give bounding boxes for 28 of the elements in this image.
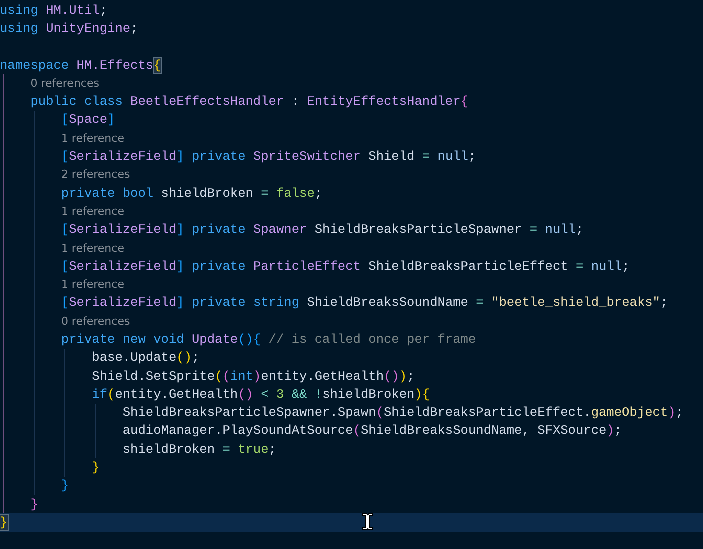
reference-count-link[interactable]: 0 references xyxy=(61,314,130,329)
code-line: [Space] xyxy=(60,111,116,128)
code-line: if(entity.GetHealth() < 3 && !shieldBroken){ xyxy=(91,386,430,403)
reference-count-link[interactable]: 2 references xyxy=(61,167,130,182)
code-line: private bool shieldBroken = false; xyxy=(60,184,323,202)
code-line: shieldBroken = true; xyxy=(122,440,276,458)
code-line: Shield.SetSprite((int)entity.GetHealth()); xyxy=(91,368,415,385)
text-cursor-icon xyxy=(362,513,374,531)
code-line: public class BeetleEffectsHandler : EntityEffectsHandler{ xyxy=(30,93,468,110)
code-line: using HM.Util; xyxy=(0,2,108,19)
reference-count-link[interactable]: 1 reference xyxy=(61,204,124,219)
code-line: audioManager.PlaySoundAtSource(ShieldBreaksSoundName, SFXSource); xyxy=(122,422,622,440)
code-line: private new void Update(){ // is called once per frame xyxy=(60,330,476,348)
code-line: using UnityEngine; xyxy=(0,20,138,37)
code-line: [SerializeField] private string ShieldBreaksSoundName = "beetle_shield_breaks"; xyxy=(60,294,668,312)
code-line: } xyxy=(30,496,38,513)
code-line: } xyxy=(60,477,70,494)
code-line: [SerializeField] private Spawner ShieldBreaksParticleSpawner = null; xyxy=(60,221,584,238)
code-line: ShieldBreaksParticleSpawner.Spawn(ShieldBreaksParticleEffect.gameObject); xyxy=(122,404,684,422)
code-line: [SerializeField] private SpriteSwitcher Shield = null; xyxy=(60,148,476,166)
code-line: } xyxy=(91,459,100,476)
reference-count-link[interactable]: 1 reference xyxy=(61,240,124,256)
reference-count-link[interactable]: 1 reference xyxy=(61,277,124,292)
code-line: base.Update(); xyxy=(91,349,200,366)
code-line: [SerializeField] private ParticleEffect ShieldBreaksParticleEffect = null; xyxy=(60,258,630,275)
code-line: namespace HM.Effects{ xyxy=(0,56,162,74)
reference-count-link[interactable]: 1 reference xyxy=(61,130,124,146)
reference-count-link[interactable]: 0 references xyxy=(30,76,100,91)
